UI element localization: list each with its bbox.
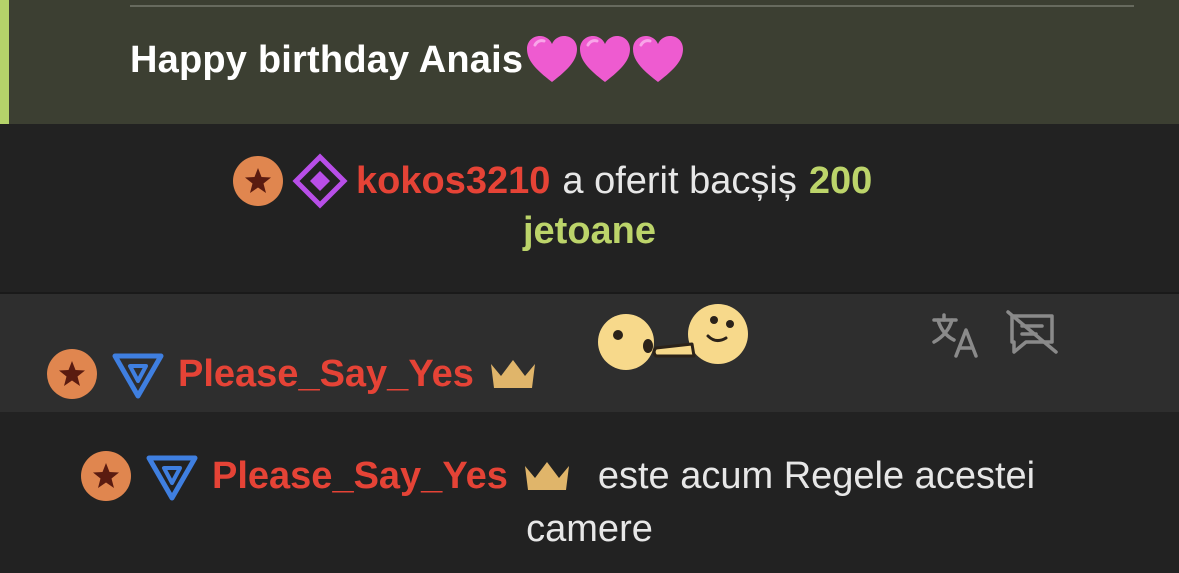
tip-notification: kokos3210 a oferit bacșiș 200 jetoane [0, 124, 1179, 292]
pink-heart-icon [633, 36, 684, 82]
king-notice-continuation: camere [0, 508, 1179, 551]
king-notification-line: Please_Say_Yes este acum Regele acestei [80, 448, 1035, 504]
king-notice-text: este acum Regele acestei [597, 454, 1036, 497]
author-username[interactable]: Please_Say_Yes [178, 353, 474, 396]
tip-amount: 200 [808, 159, 873, 202]
poke-emote-icon [598, 304, 748, 370]
message-author: Please_Say_Yes [46, 346, 538, 402]
triangle-badge-icon [112, 353, 164, 399]
star-badge-icon [233, 156, 283, 206]
king-username[interactable]: Please_Say_Yes [212, 455, 508, 498]
pink-heart-icon [527, 36, 578, 82]
star-badge-icon [47, 349, 97, 399]
pink-heart-icon [580, 36, 631, 82]
king-notification: Please_Say_Yes este acum Regele acestei … [0, 412, 1179, 573]
tip-action-text: a oferit bacșiș [562, 159, 797, 202]
heart-emojis [525, 35, 684, 85]
crown-icon [524, 462, 569, 490]
message-body: Happy birthday Anais [130, 32, 684, 88]
translate-icon[interactable] [930, 312, 980, 358]
king-notice-text-end: camere [526, 508, 653, 550]
tip-notification-line: kokos3210 a oferit bacșiș 200 [232, 153, 873, 209]
message-text: Happy birthday Anais [130, 38, 524, 81]
tip-unit-line: jetoane [0, 210, 1179, 253]
diamond-badge-icon [292, 153, 348, 209]
highlight-accent-bar [0, 0, 9, 124]
tipper-username[interactable]: kokos3210 [356, 160, 550, 203]
tip-unit: jetoane [522, 210, 657, 252]
emote-chat-message: Please_Say_Yes [0, 294, 1179, 412]
crown-icon [490, 360, 535, 388]
star-badge-icon [81, 451, 131, 501]
triangle-badge-icon [146, 455, 198, 501]
message-divider [130, 5, 1134, 7]
highlighted-chat-message: Happy birthday Anais [0, 0, 1179, 124]
hide-message-icon[interactable] [1004, 308, 1060, 356]
